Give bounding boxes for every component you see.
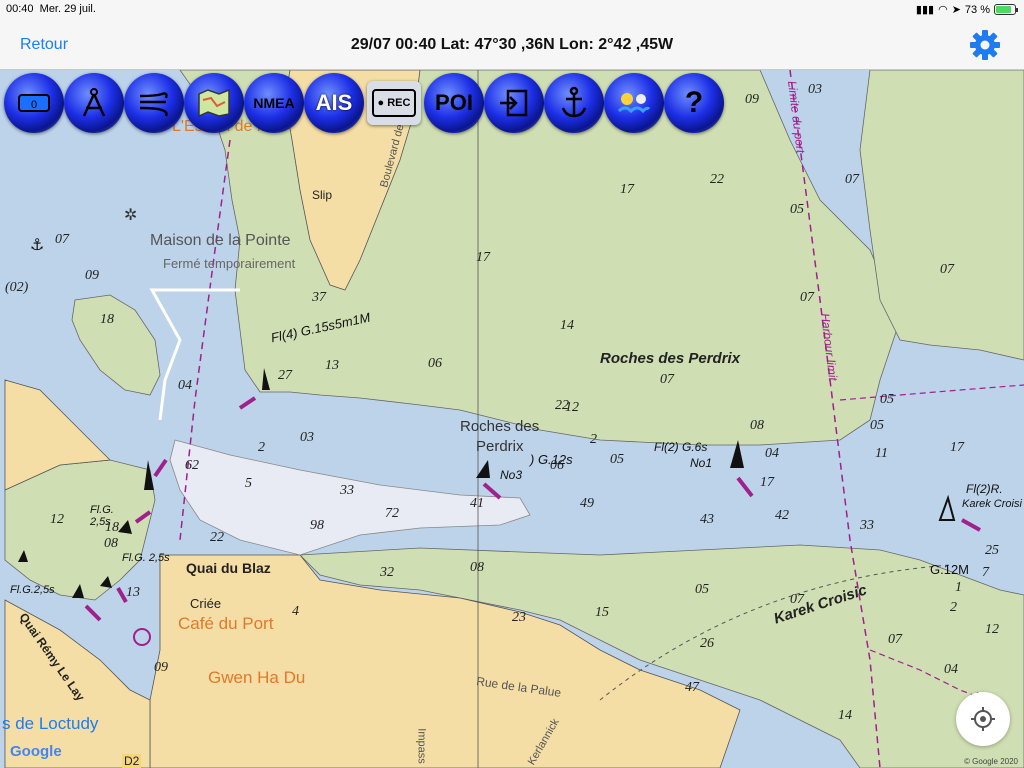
exit-button[interactable] bbox=[484, 73, 544, 133]
weather-button[interactable] bbox=[604, 73, 664, 133]
ship-button[interactable]: 0 bbox=[4, 73, 64, 133]
crosshair-icon bbox=[971, 707, 995, 731]
status-bar: 00:40 Mer. 29 juil. ▮▮▮ ◠ ➤ 73 % bbox=[0, 0, 1024, 20]
buoy-west-1[interactable] bbox=[118, 510, 152, 534]
compass-button[interactable] bbox=[64, 73, 124, 133]
position-title: 29/07 00:40 Lat: 47°30 ,36N Lon: 2°42 ,4… bbox=[350, 36, 674, 53]
locate-button[interactable] bbox=[956, 692, 1010, 746]
ais-button-label: AIS bbox=[315, 90, 353, 115]
wreck-icon: ✲ bbox=[124, 205, 137, 224]
signal-icon: ▮▮▮ bbox=[915, 4, 935, 16]
ship-button-label: 0 bbox=[31, 99, 37, 111]
nautical-chart-map[interactable]: L'Estran de l'Île Maison de la Pointe Fe… bbox=[0, 70, 1024, 768]
weather-icon bbox=[617, 93, 651, 114]
buoy-west-2[interactable] bbox=[100, 576, 128, 603]
status-time: 00:40 bbox=[6, 3, 34, 15]
buoy-west-4[interactable] bbox=[18, 550, 28, 562]
anchor-icon: ⚓ bbox=[30, 235, 44, 254]
navigation-bar: Retour 29/07 00:40 Lat: 47°30 ,36N Lon: … bbox=[0, 20, 1024, 70]
location-icon: ➤ bbox=[951, 4, 961, 16]
map-copyright: © Google 2020 bbox=[964, 757, 1018, 766]
anchor-button[interactable] bbox=[544, 73, 604, 133]
wifi-icon: ◠ bbox=[938, 4, 948, 16]
battery-percent: 73 % bbox=[964, 3, 990, 16]
nmea-button-label: NMEA bbox=[253, 95, 295, 111]
gear-icon[interactable] bbox=[968, 28, 1002, 62]
buoy-west-3[interactable] bbox=[72, 584, 102, 622]
buoy-fl4[interactable] bbox=[238, 368, 270, 410]
poi-button-label: POI bbox=[435, 90, 473, 115]
google-logo: Google bbox=[10, 743, 62, 760]
google-logo-text: Google bbox=[10, 743, 62, 760]
buoy-no3[interactable] bbox=[476, 460, 502, 500]
map-layers-button[interactable] bbox=[184, 73, 244, 133]
buoy-no1[interactable] bbox=[730, 440, 754, 498]
help-button-label: ? bbox=[684, 86, 704, 119]
status-right: ▮▮▮ ◠ ➤ 73 % bbox=[915, 3, 1018, 16]
compass-dividers-icon bbox=[82, 88, 106, 117]
wind-icon bbox=[139, 92, 168, 117]
battery-icon bbox=[994, 4, 1018, 15]
buoy-karek[interactable] bbox=[938, 494, 981, 532]
ais-button[interactable]: AIS bbox=[304, 73, 364, 133]
tool-toolbar: 0 NMEA AIS ● REC POI ? bbox=[4, 73, 724, 133]
buoy-north-lamp[interactable] bbox=[144, 458, 168, 490]
buoy-markers: ⚓ ✲ bbox=[18, 205, 981, 646]
help-button[interactable]: ? bbox=[664, 73, 724, 133]
exit-icon bbox=[500, 89, 528, 117]
rec-button[interactable]: ● REC bbox=[367, 81, 421, 125]
nmea-button[interactable]: NMEA bbox=[244, 73, 304, 133]
map-icon bbox=[198, 88, 230, 118]
boat-icon: 0 bbox=[18, 94, 50, 112]
anchor-icon bbox=[561, 86, 587, 118]
status-time-date: 00:40 Mer. 29 juil. bbox=[6, 3, 96, 15]
poi-button[interactable]: POI bbox=[424, 73, 484, 133]
anchorage-symbol bbox=[133, 628, 151, 646]
wind-button[interactable] bbox=[124, 73, 184, 133]
status-date: Mer. 29 juil. bbox=[39, 3, 96, 15]
rec-button-label: ● REC bbox=[371, 89, 417, 117]
